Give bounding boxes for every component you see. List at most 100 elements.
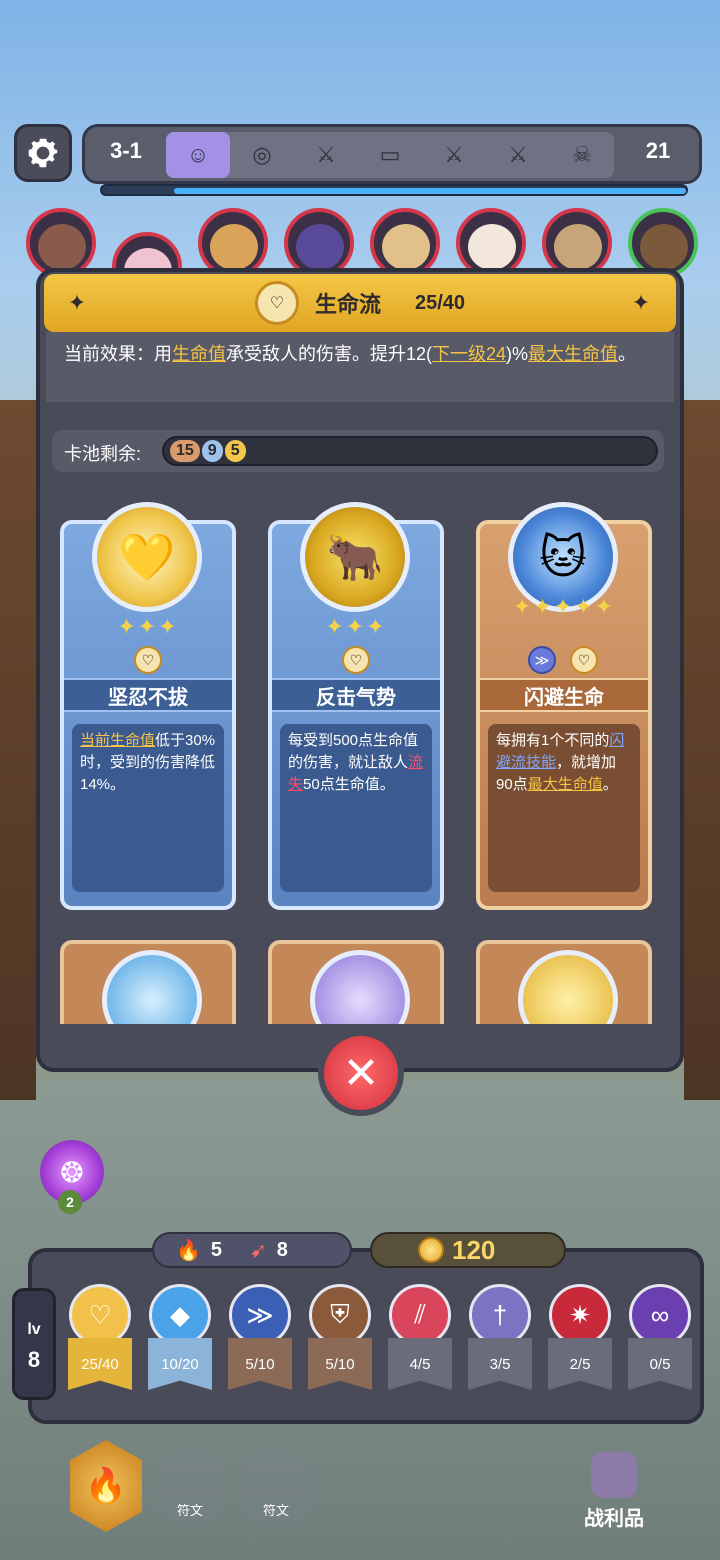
effect-text: 当前效果：用生命值承受敌人的伤害。提升12(下一级24)%最大生命值。 [64, 344, 637, 364]
stage-node[interactable]: ⚔ [486, 132, 550, 178]
card-stars: ✦✦✦ [117, 614, 179, 639]
swords-icon: ⚔ [508, 142, 528, 167]
stage-progress-bar [100, 184, 688, 196]
card-description: 当前生命值低于30%时，受到的伤害降低14%。 [72, 724, 224, 892]
background-pillar-right [684, 400, 720, 1100]
card-title: 闪避生命 [480, 678, 648, 712]
trait-shield[interactable]: ⛨ 5/10 [308, 1284, 372, 1394]
settings-button[interactable] [14, 124, 72, 182]
claw-icon: ⫽ [389, 1284, 451, 1346]
mana-value: 5 [210, 1238, 223, 1261]
gear-icon [28, 138, 58, 168]
hero-face [296, 224, 344, 270]
flame-person-icon: 🔥 [84, 1467, 128, 1505]
stage-node[interactable]: ▭ [358, 132, 422, 178]
stage-node-current[interactable]: ☺ [166, 132, 230, 178]
trait-claw[interactable]: ⫽ 4/5 [388, 1284, 452, 1394]
hero-face [640, 224, 688, 270]
trait-label: 3/5 [468, 1338, 532, 1390]
trait-sword[interactable]: † 3/5 [468, 1284, 532, 1394]
boot-icon: ≫ [528, 646, 556, 674]
swords-icon: ⚔ [316, 142, 336, 167]
skill-card-partial[interactable] [268, 940, 444, 1024]
heart-shield-icon [102, 950, 202, 1024]
bull-icon: 🐂 [300, 502, 410, 612]
trait-label: 10/20 [148, 1338, 212, 1390]
pool-count-bronze: 15 [170, 440, 200, 462]
trait-label: 5/10 [308, 1338, 372, 1390]
chest-icon: ▭ [379, 142, 401, 167]
card-stars: ✦✦✦✦✦ [512, 594, 616, 619]
heart-icon: ♡ [254, 281, 299, 325]
stage-node[interactable]: ⚔ [422, 132, 486, 178]
loot-label: 战利品 [584, 1508, 644, 1530]
trait-label: 0/5 [628, 1338, 692, 1390]
sparkle-icon: ✦ [631, 290, 651, 315]
flame-icon: 🔥 [176, 1239, 201, 1262]
swirl-icon: ❂ [60, 1156, 84, 1188]
card-description: 每拥有1个不同的闪避流技能，就增加90点最大生命值。 [488, 724, 640, 892]
swirl-icon: ∞ [629, 1284, 691, 1346]
skill-card-partial[interactable] [60, 940, 236, 1024]
panel-progress: 25/40 [414, 291, 466, 314]
heart-icon: ♡ [342, 646, 370, 674]
card-description: 每受到500点生命值的伤害，就让敌人流失50点生命值。 [280, 724, 432, 892]
heart-icon: ♡ [134, 646, 162, 674]
trait-label: 5/10 [228, 1338, 292, 1390]
trait-heart[interactable]: ♡ 25/40 [68, 1284, 132, 1394]
trait-label: 4/5 [388, 1338, 452, 1390]
card-title: 坚忍不拔 [64, 678, 232, 712]
burst-icon: ✷ [549, 1284, 611, 1346]
trait-boot[interactable]: ≫ 5/10 [228, 1284, 292, 1394]
claw-icon [518, 950, 618, 1024]
hero-face [554, 224, 602, 270]
swords-icon: ⚔ [444, 142, 464, 167]
face-icon: ☺ [186, 142, 210, 167]
card-title: 反击气势 [272, 678, 440, 712]
skill-card-partial[interactable] [476, 940, 652, 1024]
close-button[interactable]: ✕ [318, 1030, 404, 1116]
drop-icon: ◆ [149, 1284, 211, 1346]
gold-value: 120 [452, 1234, 496, 1265]
arrow-icon: ➹ [250, 1239, 267, 1262]
trait-swirl[interactable]: ∞ 0/5 [628, 1284, 692, 1394]
trait-drop[interactable]: ◆ 10/20 [148, 1284, 212, 1394]
trait-label: 2/5 [548, 1338, 612, 1390]
pool-count-silver: 9 [201, 440, 223, 462]
target-icon: ◎ [252, 142, 272, 167]
boot-icon: ≫ [229, 1284, 291, 1346]
trait-label: 25/40 [68, 1338, 132, 1390]
boss-icon: ☠ [572, 142, 592, 167]
card-stars: ✦✦✦ [325, 614, 387, 639]
stage-node[interactable]: ☠ [550, 132, 614, 178]
heart-paws-icon: 💛 [92, 502, 202, 612]
stage-progress-fill [174, 188, 686, 194]
level-box: lv 8 [12, 1288, 56, 1400]
panel-title-bar: ♡ 生命流 25/40 [44, 274, 676, 332]
stage-label: 3-1 [110, 138, 142, 163]
background-pillar-left [0, 400, 36, 1100]
resource-pill: 🔥 5 ➹ 8 [152, 1232, 352, 1268]
hero-face [468, 224, 516, 270]
stage-count: 21 [645, 138, 671, 163]
hero-face [210, 224, 258, 270]
trait-burst[interactable]: ✷ 2/5 [548, 1284, 612, 1394]
stage-track: ☺ ◎ ⚔ ▭ ⚔ ⚔ ☠ [166, 132, 614, 178]
close-icon: ✕ [342, 1048, 380, 1098]
sparkle-icon: ✦ [67, 290, 87, 315]
panel-title: 生命流 [314, 292, 381, 317]
heart-icon: ♡ [69, 1284, 131, 1346]
shield-icon: ⛨ [309, 1284, 371, 1346]
backpack-icon [591, 1452, 637, 1498]
hero-face [38, 224, 86, 270]
orb-count: 2 [58, 1190, 82, 1214]
sword-icon: † [469, 1284, 531, 1346]
stage-node[interactable]: ◎ [230, 132, 294, 178]
card-pool-label: 卡池剩余: [64, 444, 142, 464]
card-pool-bar: 15 9 5 [162, 436, 658, 466]
cat-heart-icon [310, 950, 410, 1024]
loot-button[interactable]: 战利品 [574, 1452, 654, 1532]
stage-node[interactable]: ⚔ [294, 132, 358, 178]
pool-count-gold: 5 [224, 440, 246, 462]
coin-icon [418, 1237, 444, 1263]
